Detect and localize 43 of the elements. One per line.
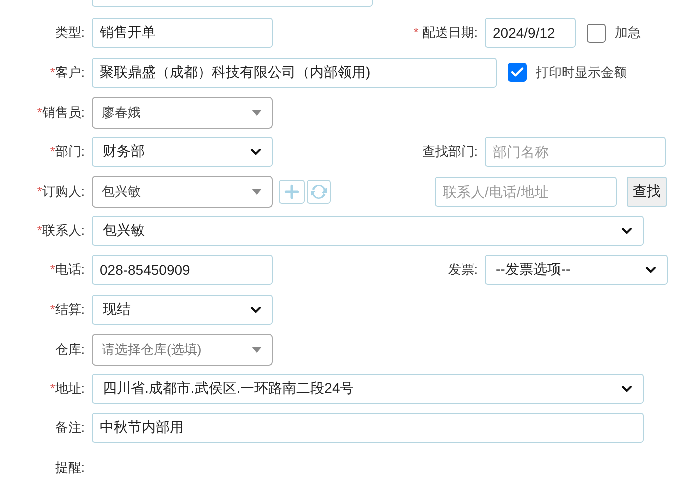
add-button[interactable] — [279, 180, 305, 204]
combo-box[interactable]: 廖春娥 — [92, 97, 273, 129]
text-field[interactable]: 聚联鼎盛（成都）科技有限公司（内部领用) — [92, 58, 497, 88]
field-label: *地址: — [49, 380, 85, 398]
field-label: *销售员: — [36, 104, 85, 122]
field-label: *结算: — [49, 300, 85, 318]
caret-icon — [252, 110, 262, 116]
dropdown[interactable]: 现结 — [92, 294, 273, 324]
checkbox[interactable] — [587, 24, 606, 42]
text-field[interactable]: 028-85450909 — [92, 255, 273, 285]
field-label: 提醒: — [54, 458, 85, 476]
dropdown[interactable]: 包兴敏 — [92, 216, 644, 246]
combo-box[interactable]: 请选择仓库(选填) — [92, 334, 273, 366]
field-label: *部门: — [49, 142, 85, 160]
field-label: * 配送日期: — [412, 24, 478, 42]
field-label: 仓库: — [54, 341, 85, 359]
checkbox-label: 打印时显示金额 — [536, 64, 627, 82]
field-label: *客户: — [49, 64, 85, 82]
caret-icon — [252, 347, 262, 353]
dropdown[interactable]: --发票选项-- — [485, 255, 668, 285]
text-field[interactable]: 销售开单 — [92, 18, 273, 48]
caret-icon — [252, 189, 262, 195]
search-field[interactable]: 联系人/电话/地址 — [435, 177, 617, 207]
refresh-button[interactable] — [307, 180, 331, 204]
field-label: *订购人: — [36, 183, 85, 201]
checkbox[interactable] — [508, 63, 527, 82]
checkbox-label: 加急 — [615, 24, 641, 42]
field-label: *电话: — [49, 261, 85, 279]
field-label: *联系人: — [36, 222, 85, 240]
field-label: 查找部门: — [421, 142, 478, 160]
text-field[interactable]: 中秋节内部用 — [92, 413, 644, 443]
combo-box[interactable]: 包兴敏 — [92, 176, 273, 208]
plus-icon — [282, 182, 302, 202]
field-label: 备注: — [54, 419, 85, 437]
field-label: 类型: — [54, 24, 85, 42]
dropdown[interactable]: 财务部 — [92, 136, 273, 166]
refresh-icon — [311, 184, 327, 200]
text-field[interactable]: 部门名称 — [485, 136, 666, 166]
text-field[interactable] — [92, 0, 373, 7]
text-field[interactable]: 2024/9/12 — [485, 18, 576, 48]
field-label: 发票: — [447, 261, 478, 279]
search-button[interactable]: 查找 — [627, 177, 667, 207]
dropdown[interactable]: 四川省.成都市.武侯区.一环路南二段24号 — [92, 374, 644, 404]
